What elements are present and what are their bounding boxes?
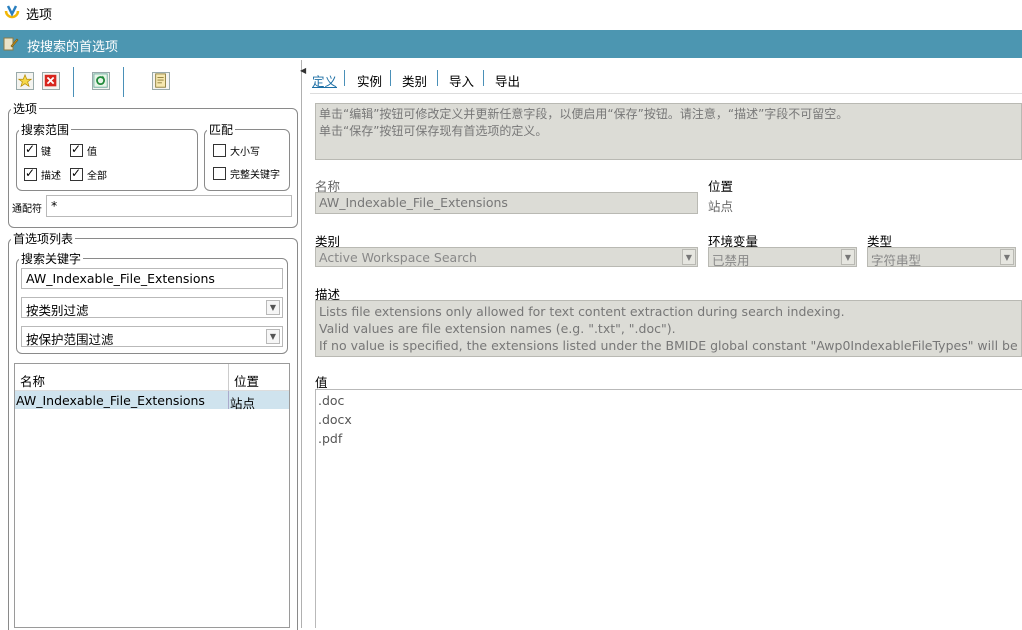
- section-banner: 按搜索的首选项: [0, 30, 1022, 58]
- pref-table: 名称 位置 AW_Indexable_File_Extensions 站点: [14, 363, 290, 628]
- collapse-arrow-icon[interactable]: ◀: [300, 66, 306, 75]
- tab-separator: [390, 70, 391, 86]
- match-case-label: 大小写: [230, 147, 260, 158]
- tab-separator: [344, 70, 345, 86]
- type-value: 字符串型: [871, 253, 922, 268]
- description-line: Lists file extensions only allowed for t…: [319, 304, 845, 319]
- list-item[interactable]: .pdf: [318, 431, 342, 446]
- report-icon[interactable]: [152, 72, 170, 90]
- tab-underline: [310, 93, 1022, 94]
- chevron-down-icon[interactable]: ▼: [266, 329, 280, 344]
- refresh-icon[interactable]: [92, 72, 110, 90]
- toolbar-separator: [73, 67, 74, 97]
- checkbox-box[interactable]: [24, 166, 37, 181]
- type-select[interactable]: 字符串型 ▼: [867, 247, 1016, 268]
- checkbox-box[interactable]: [70, 166, 83, 181]
- match-whole-label: 完整关键字: [230, 170, 280, 181]
- list-item[interactable]: .docx: [318, 412, 352, 427]
- match-case-checkbox[interactable]: 大小写: [213, 143, 260, 158]
- banner-title: 按搜索的首选项: [27, 40, 119, 55]
- checkbox-box[interactable]: [24, 142, 37, 157]
- checkbox-box[interactable]: [213, 167, 226, 180]
- tab-definition[interactable]: 定义: [312, 71, 337, 90]
- description-field[interactable]: Lists file extensions only allowed for t…: [315, 300, 1022, 357]
- scope-value-checkbox[interactable]: 值: [70, 142, 97, 158]
- wildcard-label: 通配符: [12, 204, 42, 215]
- scope-desc-checkbox[interactable]: 描述: [24, 166, 61, 182]
- options-legend: 选项: [13, 102, 38, 116]
- info-box: 单击“编辑”按钮可修改定义并更新任意字段，以便启用“保存”按钮。请注意，“描述”…: [315, 103, 1022, 160]
- column-divider: [228, 391, 229, 409]
- chevron-down-icon[interactable]: ▼: [1000, 249, 1014, 265]
- tab-export[interactable]: 导出: [495, 71, 520, 90]
- info-line-1: 单击“编辑”按钮可修改定义并更新任意字段，以便启用“保存”按钮。请注意，“描述”…: [319, 107, 849, 121]
- list-item[interactable]: .doc: [318, 393, 344, 408]
- tab-separator: [437, 70, 438, 86]
- category-select[interactable]: Active Workspace Search ▼: [315, 247, 698, 267]
- values-list[interactable]: .doc .docx .pdf: [315, 389, 1022, 628]
- name-field[interactable]: AW_Indexable_File_Extensions: [315, 192, 698, 214]
- new-star-icon[interactable]: [16, 72, 34, 90]
- filter-category-select[interactable]: 按类别过滤 ▼: [21, 297, 283, 318]
- scope-all-label: 全部: [87, 171, 107, 182]
- filter-scope-value: 按保护范围过滤: [26, 332, 114, 347]
- env-select[interactable]: 已禁用 ▼: [708, 247, 857, 268]
- tab-import[interactable]: 导入: [449, 71, 474, 90]
- tab-separator: [483, 70, 484, 86]
- location-value: 站点: [708, 199, 734, 214]
- toolbar-separator: [123, 67, 124, 97]
- scope-key-label: 键: [41, 147, 51, 158]
- tab-category[interactable]: 类别: [402, 71, 427, 90]
- search-key-legend: 搜索关键字: [21, 252, 82, 266]
- wildcard-input[interactable]: *: [46, 195, 292, 217]
- search-key-input[interactable]: AW_Indexable_File_Extensions: [21, 268, 283, 289]
- delete-x-icon[interactable]: [42, 72, 60, 90]
- column-divider: [228, 364, 229, 391]
- chevron-down-icon[interactable]: ▼: [682, 249, 696, 265]
- checkbox-box[interactable]: [213, 144, 226, 157]
- column-header-location[interactable]: 位置: [234, 371, 259, 390]
- left-panel: 选项 搜索范围 键 值 描述 全部 匹配 大小写 完整关键字 通配符 * 首选项…: [0, 60, 300, 630]
- checkbox-box[interactable]: [70, 142, 83, 157]
- window-title: 选项: [26, 8, 53, 23]
- column-header-name[interactable]: 名称: [20, 371, 45, 390]
- table-header: 名称 位置: [15, 364, 289, 391]
- preferences-icon: [3, 37, 19, 51]
- app-logo-icon: [4, 5, 20, 19]
- location-label: 位置: [708, 179, 734, 194]
- env-value: 已禁用: [712, 253, 750, 268]
- row-name: AW_Indexable_File_Extensions: [16, 393, 205, 408]
- scope-value-label: 值: [87, 147, 97, 158]
- pref-list-legend: 首选项列表: [13, 232, 74, 246]
- chevron-down-icon[interactable]: ▼: [841, 249, 855, 265]
- match-legend: 匹配: [209, 123, 234, 137]
- tab-instances[interactable]: 实例: [357, 71, 382, 90]
- filter-scope-select[interactable]: 按保护范围过滤 ▼: [21, 326, 283, 347]
- match-whole-checkbox[interactable]: 完整关键字: [213, 166, 280, 181]
- scope-desc-label: 描述: [41, 171, 61, 182]
- search-scope-legend: 搜索范围: [21, 123, 70, 137]
- info-line-2: 单击“保存”按钮可保存现有首选项的定义。: [319, 124, 548, 138]
- scope-key-checkbox[interactable]: 键: [24, 142, 51, 158]
- chevron-down-icon[interactable]: ▼: [266, 300, 280, 315]
- description-line: Valid values are file extension names (e…: [319, 321, 676, 336]
- description-line: If no value is specified, the extensions…: [319, 338, 1018, 356]
- row-location: 站点: [230, 396, 256, 411]
- panel-splitter[interactable]: [301, 60, 302, 628]
- window-titlebar: 选项: [0, 0, 1022, 24]
- scope-all-checkbox[interactable]: 全部: [70, 166, 107, 182]
- table-row[interactable]: AW_Indexable_File_Extensions 站点: [15, 391, 289, 411]
- filter-category-value: 按类别过滤: [26, 303, 89, 318]
- category-value: Active Workspace Search: [319, 250, 477, 265]
